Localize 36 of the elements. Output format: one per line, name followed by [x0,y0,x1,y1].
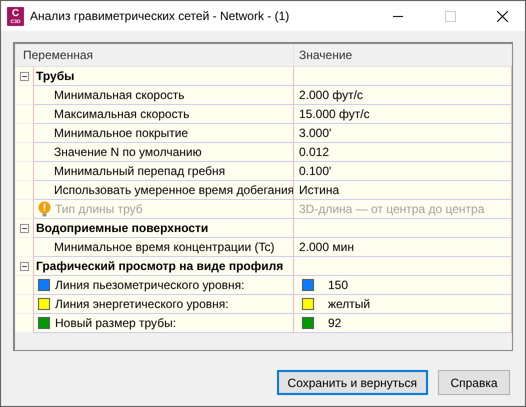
property-value[interactable]: 3.000' [299,126,332,140]
group-title: Трубы [33,67,293,86]
property-name: Линия энергетического уровня: [55,297,229,311]
property-name: Минимальное время концентрации (Tc) [54,240,274,254]
collapse-toggle[interactable] [20,262,29,270]
property-value[interactable]: 2.000 фут/с [299,88,363,102]
property-value[interactable]: 0.012 [299,145,330,159]
property-name: Тип длины труб [55,202,143,216]
warning-icon [38,201,51,217]
save-button[interactable]: Сохранить и вернуться [276,370,428,395]
property-value[interactable]: 15.000 фут/с [299,107,370,121]
property-name: Значение N по умолчанию [54,145,202,159]
collapse-toggle[interactable] [20,224,29,232]
property-value[interactable]: 150 [328,278,348,292]
group-title: Водоприемные поверхности [33,219,293,238]
property-name: Минимальное покрытие [54,126,188,140]
property-name: Новый размер трубы: [55,316,176,330]
property-name: Минимальная скорость [54,88,184,102]
property-value[interactable]: 0.100' [299,164,332,178]
property-name: Максимальная скорость [54,107,190,121]
column-header[interactable]: Значение [293,44,512,67]
property-value[interactable]: Истина [299,183,340,197]
close-icon[interactable] [496,10,508,22]
property-value[interactable]: 2.000 мин [299,240,354,254]
property-name: Линия пьезометрического уровня: [55,278,244,292]
group-title: Графический просмотр на виде профиля [33,257,293,276]
property-name: Минимальный перепад гребня [54,164,226,178]
window-title: Анализ гравиметрических сетей - Network - (1) [30,9,290,23]
color-swatch[interactable] [302,279,314,291]
color-swatch[interactable] [302,317,314,329]
property-value[interactable]: 92 [328,316,342,330]
help-button[interactable]: Справка [438,370,510,395]
property-value[interactable]: желтый [328,297,370,311]
color-swatch[interactable] [302,298,314,310]
collapse-toggle[interactable] [20,72,29,80]
property-name: Использовать умеренное время добегания [54,183,294,197]
